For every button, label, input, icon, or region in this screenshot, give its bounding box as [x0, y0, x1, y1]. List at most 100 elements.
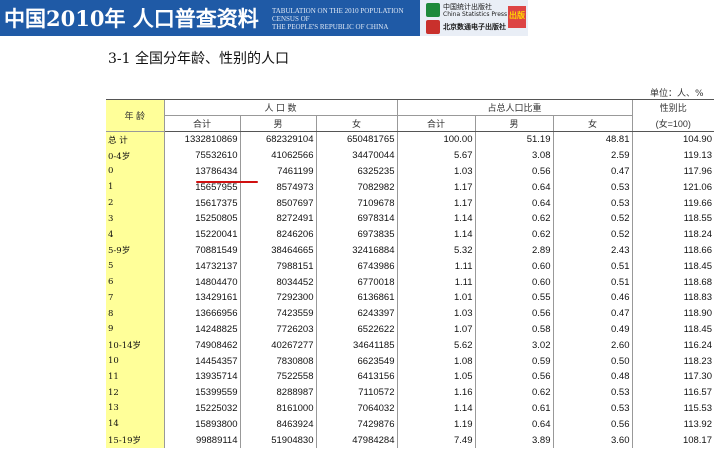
share-female-cell: 0.51 — [552, 274, 632, 290]
share-male-cell: 3.89 — [474, 432, 553, 448]
sex-ratio-cell: 118.55 — [631, 210, 714, 227]
share-total-cell: 1.03 — [396, 163, 475, 180]
banner-subtitle-line1: TABULATION ON THE 2010 POPULATION CENSUS… — [272, 7, 404, 23]
share-male-cell: 51.19 — [474, 131, 553, 148]
pop-female-cell: 6136861 — [315, 289, 397, 306]
pop-total-cell: 13666956 — [163, 305, 240, 322]
pop-male-cell: 8272491 — [239, 210, 316, 227]
pop-total-cell: 14248825 — [163, 321, 240, 338]
sex-ratio-cell: 116.24 — [631, 337, 714, 354]
sex-ratio-cell: 108.17 — [631, 432, 714, 448]
table-row: 13 15225032 8161000 7064032 1.14 0.61 0.53 115.… — [106, 400, 714, 417]
share-male-cell: 0.62 — [474, 210, 553, 227]
share-female-cell: 2.60 — [552, 337, 632, 354]
share-total-cell: 5.67 — [396, 147, 475, 164]
share-male-cell: 0.64 — [474, 416, 553, 433]
banner-subtitle-line2: THE PEOPLE'S REPUBLIC OF CHINA — [272, 23, 389, 31]
table-row: 9 14248825 7726203 6522622 1.07 0.58 0.49 118.4… — [106, 321, 714, 338]
share-male-cell: 0.55 — [474, 289, 553, 306]
pop-male-cell: 7423559 — [239, 305, 316, 322]
share-total-cell: 1.11 — [396, 258, 475, 275]
table-row: 10 14454357 7830808 6623549 1.08 0.59 0.50 118.… — [106, 353, 714, 369]
pop-total-cell: 14732137 — [163, 258, 240, 275]
table-row: 2 15617375 8507697 7109678 1.17 0.64 0.53 119.6… — [106, 195, 714, 211]
age-cell: 2 — [106, 195, 164, 211]
sex-ratio-cell: 113.92 — [631, 416, 714, 433]
pop-male-cell: 8463924 — [239, 416, 316, 433]
pop-male-cell: 8246206 — [239, 226, 316, 243]
share-female-cell: 48.81 — [552, 131, 632, 148]
age-cell: 14 — [106, 416, 164, 433]
pop-female-cell: 6325235 — [315, 163, 397, 180]
table-row: 14 15893800 8463924 7429876 1.19 0.64 0.56 113.… — [106, 416, 714, 433]
pop-total-cell: 13786434 — [163, 163, 240, 180]
sex-ratio-cell: 118.45 — [631, 258, 714, 275]
share-male-cell: 0.56 — [474, 368, 553, 385]
share-total-cell: 1.05 — [396, 368, 475, 385]
publisher-name: 北京数通电子出版社 — [443, 23, 506, 31]
pop-male-cell: 7461199 — [239, 163, 316, 180]
age-cell: 4 — [106, 226, 164, 243]
table-row: 0 13786434 7461199 6325235 1.03 0.56 0.47 117.9… — [106, 163, 714, 180]
table-row: 4 15220041 8246206 6973835 1.14 0.62 0.52 118.2… — [106, 226, 714, 243]
share-female-cell: 0.53 — [552, 179, 632, 196]
pop-female-cell: 32416884 — [315, 242, 397, 259]
age-cell: 3 — [106, 210, 164, 227]
sex-ratio-cell: 118.23 — [631, 353, 714, 369]
pop-total-cell: 1332810869 — [163, 131, 240, 148]
age-cell: 10-14岁 — [106, 337, 164, 354]
share-female-cell: 0.47 — [552, 163, 632, 180]
header-pop-female: 女 — [315, 115, 397, 132]
share-female-cell: 0.53 — [552, 384, 632, 401]
pop-female-cell: 6623549 — [315, 353, 397, 369]
share-male-cell: 0.62 — [474, 226, 553, 243]
share-female-cell: 2.43 — [552, 242, 632, 259]
table-row: 6 14804470 8034452 6770018 1.11 0.60 0.51 118.6… — [106, 274, 714, 290]
pop-male-cell: 40267277 — [239, 337, 316, 354]
table-row: 总 计 1332810869 682329104 650481765 100.00 51.… — [106, 131, 714, 148]
table-row: 7 13429161 7292300 6136861 1.01 0.55 0.46 118.8… — [106, 289, 714, 306]
share-total-cell: 1.08 — [396, 353, 475, 369]
share-female-cell: 0.56 — [552, 416, 632, 433]
age-cell: 0-4岁 — [106, 147, 164, 164]
pop-total-cell: 15225032 — [163, 400, 240, 417]
pop-female-cell: 34641185 — [315, 337, 397, 354]
share-total-cell: 1.14 — [396, 226, 475, 243]
banner-subtitle: TABULATION ON THE 2010 POPULATION CENSUS… — [272, 7, 418, 31]
pop-male-cell: 8034452 — [239, 274, 316, 290]
share-male-cell: 0.64 — [474, 179, 553, 196]
pop-female-cell: 6413156 — [315, 368, 397, 385]
table-row: 3 15250805 8272491 6978314 1.14 0.62 0.52 118.5… — [106, 210, 714, 227]
pop-total-cell: 14804470 — [163, 274, 240, 290]
share-female-cell: 0.51 — [552, 258, 632, 275]
share-female-cell: 2.59 — [552, 147, 632, 164]
header-share-total: 合计 — [396, 115, 475, 132]
pop-female-cell: 6978314 — [315, 210, 397, 227]
header-share: 占总人口比重 — [396, 99, 632, 116]
table-row: 12 15399559 8288987 7110572 1.16 0.62 0.53 116.… — [106, 384, 714, 401]
unit-label: 单位：人、% — [650, 89, 704, 99]
sex-ratio-cell: 116.57 — [631, 384, 714, 401]
pop-female-cell: 6522622 — [315, 321, 397, 338]
sex-ratio-cell: 118.45 — [631, 321, 714, 338]
share-male-cell: 3.02 — [474, 337, 553, 354]
pop-total-cell: 13429161 — [163, 289, 240, 306]
age-cell: 0 — [106, 163, 164, 180]
table-row: 11 13935714 7522558 6413156 1.05 0.56 0.48 117.… — [106, 368, 714, 385]
header-pop-total: 合计 — [163, 115, 240, 132]
share-male-cell: 0.62 — [474, 384, 553, 401]
pop-male-cell: 8161000 — [239, 400, 316, 417]
pop-female-cell: 47984284 — [315, 432, 397, 448]
share-male-cell: 0.56 — [474, 305, 553, 322]
age-cell: 11 — [106, 368, 164, 385]
sex-ratio-cell: 118.66 — [631, 242, 714, 259]
table-row: 15-19岁 99889114 51904830 47984284 7.49 3.89 3.… — [106, 432, 714, 448]
age-cell: 8 — [106, 305, 164, 322]
sex-ratio-cell: 118.24 — [631, 226, 714, 243]
age-cell: 12 — [106, 384, 164, 401]
share-male-cell: 0.59 — [474, 353, 553, 369]
share-total-cell: 1.14 — [396, 210, 475, 227]
pop-female-cell: 650481765 — [315, 131, 397, 148]
table-row: 5-9岁 70881549 38464665 32416884 5.32 2.89 2.43… — [106, 242, 714, 259]
age-cell: 总 计 — [106, 131, 164, 148]
